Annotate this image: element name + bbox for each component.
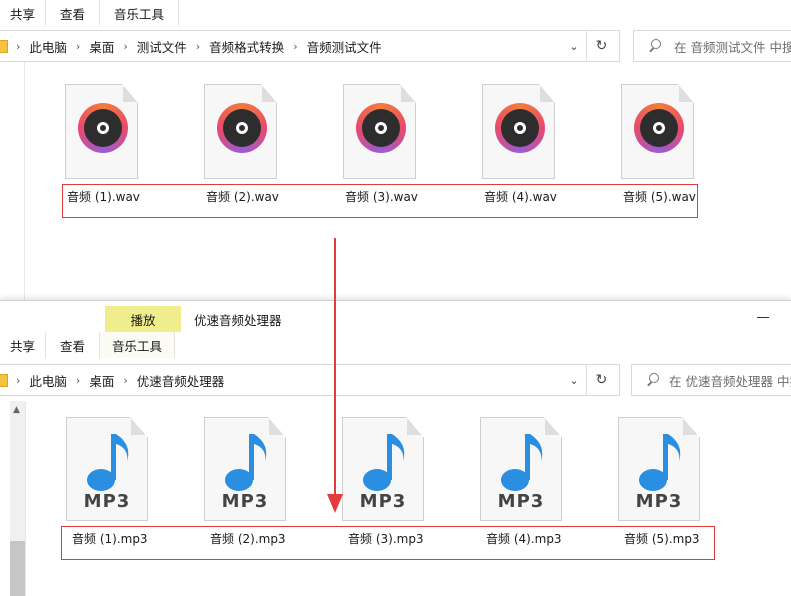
breadcrumb-item[interactable]: 测试文件	[137, 37, 187, 56]
breadcrumb-item[interactable]: 桌面	[89, 371, 114, 390]
highlight-box	[61, 526, 715, 560]
document-icon	[621, 84, 694, 179]
mp3-label: MP3	[359, 491, 407, 512]
music-note-icon	[639, 434, 681, 491]
scroll-up-icon[interactable]: ▲	[13, 405, 20, 415]
search-input[interactable]: 在 音频测试文件 中搜	[633, 30, 791, 62]
chevron-right-icon: ›	[123, 373, 128, 387]
document-icon: MP3	[342, 417, 424, 521]
search-input[interactable]: 在 优速音频处理器 中搜	[631, 364, 791, 396]
tab-play[interactable]: 播放	[105, 306, 181, 332]
search-icon	[646, 373, 660, 387]
refresh-icon[interactable]: ↻	[586, 31, 616, 61]
address-bar[interactable]: › 此电脑 › 桌面 › 测试文件 › 音频格式转换 › 音频测试文件 ⌄ ↻	[0, 30, 620, 62]
music-note-icon	[225, 434, 267, 491]
breadcrumb-item[interactable]: 音频测试文件	[307, 37, 382, 56]
tab-share[interactable]: 共享	[0, 0, 47, 26]
breadcrumb-item[interactable]: 此电脑	[29, 37, 67, 56]
document-icon: MP3	[480, 417, 562, 521]
audio-disc-icon	[495, 103, 545, 153]
highlight-box	[62, 184, 698, 218]
chevron-right-icon: ›	[123, 39, 128, 53]
mp3-label: MP3	[221, 491, 269, 512]
folder-icon	[0, 373, 8, 387]
music-note-icon	[501, 434, 543, 491]
audio-disc-icon	[78, 103, 128, 153]
tab-music-tools[interactable]: 音乐工具	[100, 0, 180, 26]
explorer-window-source: 共享 查看 音乐工具 › 此电脑 › 桌面 › 测试文件 › 音频格式转换 › …	[0, 0, 791, 300]
tab-share[interactable]: 共享	[0, 332, 47, 358]
mp3-label: MP3	[83, 491, 131, 512]
chevron-right-icon: ›	[16, 373, 21, 387]
chevron-right-icon: ›	[195, 39, 201, 53]
search-placeholder: 在 优速音频处理器 中搜	[669, 373, 791, 389]
chevron-right-icon: ›	[16, 39, 21, 53]
scrollbar-thumb[interactable]	[10, 541, 25, 596]
address-bar[interactable]: › 此电脑 › 桌面 › 优速音频处理器 ⌄ ↻	[0, 364, 620, 396]
chevron-down-icon[interactable]: ⌄	[562, 365, 586, 395]
chevron-right-icon: ›	[75, 39, 81, 53]
mp3-label: MP3	[635, 491, 683, 512]
audio-disc-icon	[356, 103, 406, 153]
explorer-window-output: 播放 优速音频处理器 共享 查看 音乐工具 › 此电脑 › 桌面 › 优速音频处…	[0, 300, 791, 596]
music-note-icon	[87, 434, 129, 491]
document-icon	[65, 84, 138, 179]
nav-pane-divider	[25, 401, 26, 596]
chevron-down-icon[interactable]: ⌄	[562, 31, 586, 61]
document-icon: MP3	[66, 417, 148, 521]
mp3-label: MP3	[497, 491, 545, 512]
breadcrumb-item[interactable]: 优速音频处理器	[137, 371, 225, 390]
music-note-icon	[363, 434, 405, 491]
refresh-icon[interactable]: ↻	[586, 365, 616, 395]
document-icon	[204, 84, 277, 179]
document-icon	[343, 84, 416, 179]
chevron-right-icon: ›	[75, 373, 81, 387]
window-title: 优速音频处理器	[194, 313, 282, 328]
tab-view[interactable]: 查看	[46, 332, 101, 358]
audio-disc-icon	[217, 103, 267, 153]
chevron-right-icon: ›	[293, 39, 298, 53]
breadcrumb-item[interactable]: 此电脑	[29, 371, 67, 390]
search-icon	[648, 39, 662, 53]
search-placeholder: 在 音频测试文件 中搜	[674, 39, 791, 55]
document-icon: MP3	[204, 417, 286, 521]
ribbon-tabs: 共享 查看 音乐工具	[0, 332, 791, 358]
ribbon-tabs: 共享 查看 音乐工具	[0, 0, 791, 26]
minimize-icon[interactable]	[757, 317, 769, 318]
nav-pane-divider	[24, 62, 25, 300]
document-icon	[482, 84, 555, 179]
audio-disc-icon	[634, 103, 684, 153]
breadcrumb-item[interactable]: 桌面	[89, 37, 114, 56]
folder-icon	[0, 39, 8, 53]
breadcrumb-item[interactable]: 音频格式转换	[209, 37, 284, 56]
tab-view[interactable]: 查看	[46, 0, 101, 26]
tab-music-tools[interactable]: 音乐工具	[100, 332, 176, 358]
document-icon: MP3	[618, 417, 700, 521]
